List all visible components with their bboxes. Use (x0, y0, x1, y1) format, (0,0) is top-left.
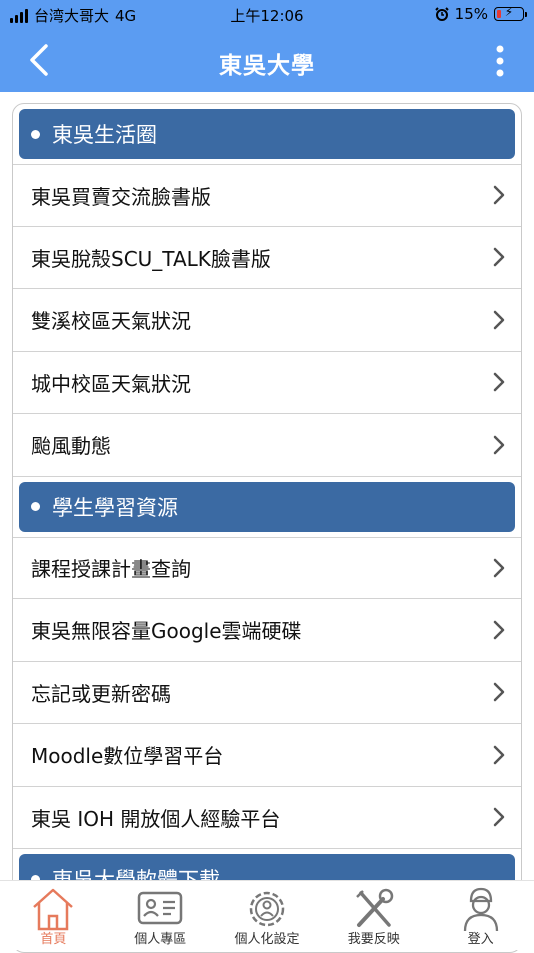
chevron-right-icon (493, 248, 505, 267)
tab-feedback[interactable]: 我要反映 (320, 881, 427, 950)
status-right: 15% ⚡ (434, 5, 527, 23)
list-item-label: 東吳無限容量Google雲端硬碟 (31, 619, 302, 644)
tab-label: 個人化設定 (234, 932, 300, 947)
list-item-chengzhong-weather[interactable]: 城中校區天氣狀況 (13, 352, 521, 414)
list-item-label: 東吳脫殼SCU_TALK臉書版 (31, 246, 271, 271)
page-title: 東吳大學 (219, 53, 315, 79)
tab-label: 個人專區 (134, 932, 187, 947)
charging-icon: ⚡ (504, 5, 514, 19)
bottom-tab-bar: 首頁 個人專區 個人化設定 我要反映 登入 (0, 880, 534, 950)
list-item-course-syllabus[interactable]: 課程授課計畫查詢 (13, 536, 521, 599)
chevron-right-icon (493, 558, 505, 577)
battery-percent: 15% (454, 5, 488, 23)
chevron-right-icon (493, 683, 505, 702)
chevron-right-icon (493, 435, 505, 454)
list-item-scu-talk-fb[interactable]: 東吳脫殼SCU_TALK臉書版 (13, 227, 521, 289)
tab-home[interactable]: 首頁 (0, 881, 107, 950)
bullet-icon (31, 129, 40, 139)
section-header-life: 東吳生活圈 (19, 109, 515, 159)
menu-list: 東吳生活圈 東吳買賣交流臉書版 東吳脫殼SCU_TALK臉書版 雙溪校區天氣狀況… (12, 103, 522, 953)
gear-person-icon (249, 891, 285, 927)
user-icon (463, 887, 498, 932)
list-item-label: 城中校區天氣狀況 (31, 371, 191, 396)
chevron-right-icon (493, 808, 505, 827)
list-item-label: 颱風動態 (31, 434, 111, 459)
chevron-right-icon (493, 745, 505, 764)
list-item-password[interactable]: 忘記或更新密碼 (13, 662, 521, 724)
list-item-label: 雙溪校區天氣狀況 (31, 309, 191, 334)
home-icon (33, 888, 74, 931)
tab-label: 登入 (467, 932, 494, 947)
tab-label: 首頁 (40, 932, 67, 947)
section-title: 學生學習資源 (52, 495, 178, 520)
list-item-google-drive[interactable]: 東吳無限容量Google雲端硬碟 (13, 599, 521, 662)
list-item-label: 東吳買賣交流臉書版 (31, 184, 211, 209)
chevron-right-icon (493, 620, 505, 639)
battery-icon: ⚡ (494, 5, 527, 21)
section-header-learning: 學生學習資源 (19, 481, 515, 532)
list-item-label: 東吳 IOH 開放個人經驗平台 (31, 806, 281, 831)
chevron-right-icon (493, 310, 505, 329)
list-item-label: 忘記或更新密碼 (31, 681, 171, 706)
tab-login[interactable]: 登入 (427, 881, 534, 950)
list-item-label: 課程授課計畫查詢 (31, 557, 191, 582)
alarm-icon (434, 7, 449, 21)
list-item-moodle[interactable]: Moodle數位學習平台 (13, 724, 521, 787)
list-item-marketplace-fb[interactable]: 東吳買賣交流臉書版 (13, 164, 521, 227)
list-item-shuangxi-weather[interactable]: 雙溪校區天氣狀況 (13, 289, 521, 352)
bullet-icon (31, 502, 40, 511)
more-menu-button[interactable] (490, 42, 510, 82)
app-header: 台湾大哥大 4G 上午12:06 15% ⚡ 東吳大學 (0, 0, 534, 92)
list-item-label: Moodle數位學習平台 (31, 744, 224, 769)
list-item-typhoon[interactable]: 颱風動態 (13, 414, 521, 477)
nav-bar: 東吳大學 (0, 30, 534, 92)
tab-personal-area[interactable]: 個人專區 (107, 881, 214, 950)
id-card-icon (137, 891, 183, 925)
chevron-right-icon (493, 373, 505, 392)
tab-personalization[interactable]: 個人化設定 (214, 881, 321, 950)
section-title: 東吳生活圈 (52, 123, 157, 147)
chevron-right-icon (493, 186, 505, 205)
list-item-ioh[interactable]: 東吳 IOH 開放個人經驗平台 (13, 787, 521, 849)
tools-icon (355, 888, 394, 927)
tab-label: 我要反映 (347, 932, 400, 947)
status-bar: 台湾大哥大 4G 上午12:06 15% ⚡ (0, 0, 534, 30)
